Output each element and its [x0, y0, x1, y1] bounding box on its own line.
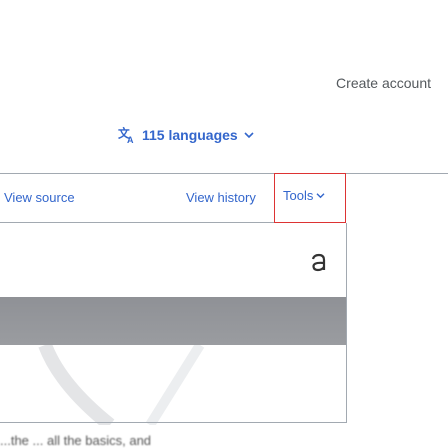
tools-label: Tools: [283, 188, 314, 203]
translate-icon: 文 A: [118, 126, 136, 144]
tab-view-history[interactable]: View history: [186, 190, 256, 205]
languages-button[interactable]: 文 A 115 languages: [118, 126, 254, 144]
tools-dropdown[interactable]: Tools: [274, 173, 346, 223]
sidebar-divider: [346, 223, 347, 423]
font-appearance-icon[interactable]: [309, 251, 329, 278]
chevron-down-icon: [316, 192, 325, 199]
svg-text:A: A: [127, 135, 134, 144]
tabs-divider: [0, 222, 274, 223]
page-tabs: View source View history: [0, 173, 448, 223]
background-illustration: [0, 345, 346, 425]
languages-label: 115 languages: [142, 127, 238, 143]
partial-content-text: ...the ... all the basics, and: [0, 433, 152, 448]
chevron-down-icon: [244, 131, 254, 139]
create-account-link[interactable]: Create account: [336, 75, 431, 91]
tab-view-source[interactable]: View source: [4, 190, 75, 205]
image-banner: [0, 297, 346, 345]
content-divider: [0, 422, 346, 423]
